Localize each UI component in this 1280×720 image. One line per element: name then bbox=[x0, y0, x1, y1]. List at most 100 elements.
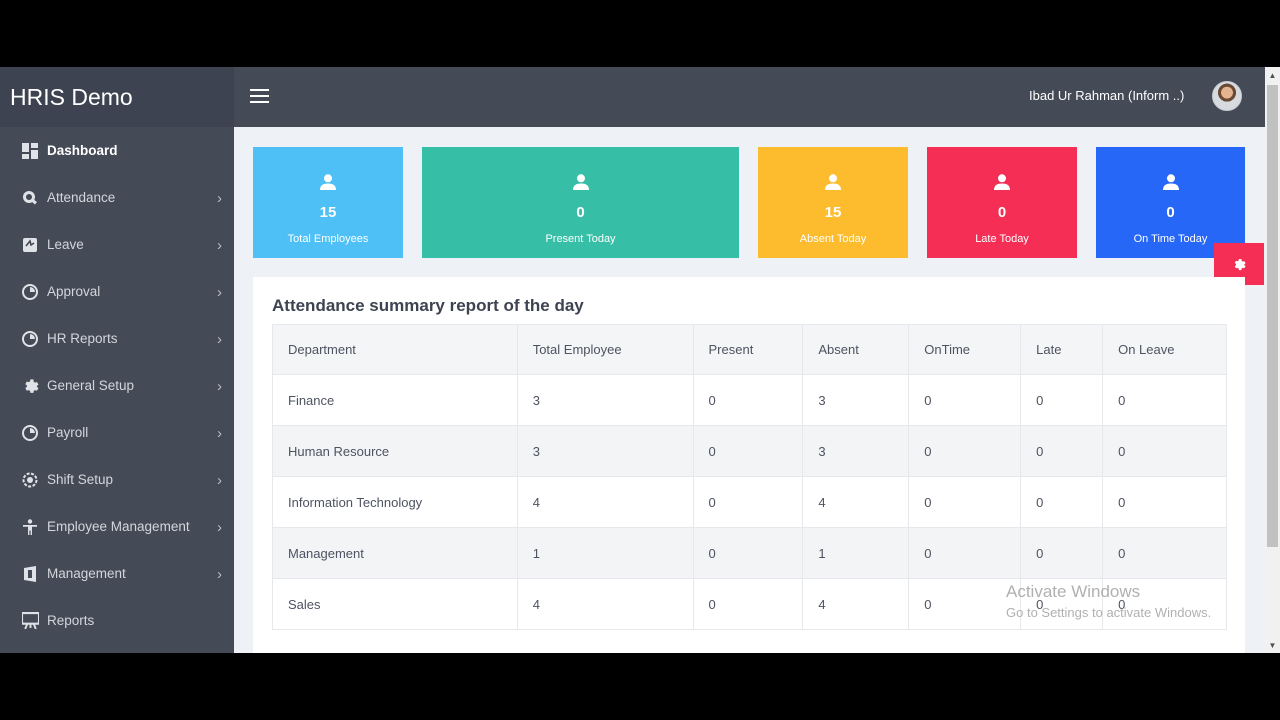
chevron-right-icon: › bbox=[217, 472, 222, 489]
scroll-down-icon[interactable]: ▼ bbox=[1268, 641, 1277, 650]
table-cell: 0 bbox=[692, 527, 804, 579]
gear-icon bbox=[1234, 258, 1246, 271]
table-cell: 0 bbox=[908, 374, 1022, 426]
stat-label: Total Employees bbox=[287, 233, 369, 245]
stat-value: 0 bbox=[997, 204, 1007, 221]
watermark-line-2: Go to Settings to activate Windows. bbox=[1006, 605, 1212, 620]
hr-reports-icon bbox=[21, 330, 39, 348]
table-cell: 0 bbox=[1020, 374, 1104, 426]
stat-label: Late Today bbox=[975, 233, 1029, 245]
table-cell: 1 bbox=[802, 527, 910, 579]
column-header-late[interactable]: Late bbox=[1020, 324, 1104, 375]
table-cell: 0 bbox=[908, 425, 1022, 477]
table-cell: 3 bbox=[802, 374, 910, 426]
sidebar-item-approval[interactable]: Approval › bbox=[0, 268, 234, 315]
stat-card-on-time-today[interactable]: 0 On Time Today bbox=[1096, 147, 1245, 258]
sidebar-item-leave[interactable]: Leave › bbox=[0, 221, 234, 268]
menu-toggle-icon[interactable] bbox=[250, 89, 269, 103]
stat-card-late-today[interactable]: 0 Late Today bbox=[927, 147, 1077, 258]
sidebar-item-label: Payroll bbox=[47, 425, 89, 440]
stat-card-total-employees[interactable]: 15 Total Employees bbox=[253, 147, 403, 258]
stat-value: 0 bbox=[576, 204, 585, 221]
sidebar-item-label: Attendance bbox=[47, 190, 116, 205]
table-cell: 0 bbox=[1020, 425, 1104, 477]
scroll-up-icon[interactable]: ▲ bbox=[1268, 71, 1277, 80]
scrollbar-thumb[interactable] bbox=[1267, 85, 1278, 547]
sidebar-item-shift-setup[interactable]: Shift Setup › bbox=[0, 456, 234, 503]
scroll-left-icon[interactable]: ◀ bbox=[276, 652, 281, 653]
table-cell: 0 bbox=[692, 374, 804, 426]
sidebar-item-attendance[interactable]: Attendance › bbox=[0, 174, 234, 221]
table-cell: 0 bbox=[1102, 425, 1227, 477]
chevron-right-icon: › bbox=[217, 566, 222, 583]
scroll-right-icon[interactable]: ▶ bbox=[1214, 652, 1219, 653]
column-header-total-employee[interactable]: Total Employee bbox=[516, 324, 694, 375]
column-header-ontime[interactable]: OnTime bbox=[908, 324, 1022, 375]
stat-card-present-today[interactable]: 0 Present Today bbox=[422, 147, 739, 258]
chevron-right-icon: › bbox=[217, 190, 222, 207]
user-icon bbox=[825, 174, 841, 190]
table-cell: 3 bbox=[516, 425, 694, 477]
chevron-right-icon: › bbox=[217, 425, 222, 442]
table-cell: 1 bbox=[516, 527, 694, 579]
stat-value: 15 bbox=[824, 204, 842, 221]
table-cell: 0 bbox=[1102, 476, 1227, 528]
table-cell: Management bbox=[272, 527, 518, 579]
chevron-right-icon: › bbox=[217, 378, 222, 395]
table-cell: 0 bbox=[1102, 374, 1227, 426]
windows-activation-watermark: Activate Windows Go to Settings to activ… bbox=[1006, 582, 1211, 620]
panel-title: Attendance summary report of the day bbox=[272, 296, 584, 315]
user-name[interactable]: Ibad Ur Rahman (Inform ..) bbox=[1029, 88, 1184, 103]
table-cell: 3 bbox=[516, 374, 694, 426]
table-cell: 4 bbox=[802, 476, 910, 528]
column-header-department[interactable]: Department bbox=[272, 324, 518, 375]
sidebar-item-label: HR Reports bbox=[47, 331, 118, 346]
sidebar-item-label: Leave bbox=[47, 237, 84, 252]
chevron-right-icon: › bbox=[217, 237, 222, 254]
table-cell: 0 bbox=[692, 476, 804, 528]
management-icon bbox=[21, 565, 39, 583]
reports-icon bbox=[21, 612, 39, 630]
stat-label: Present Today bbox=[545, 233, 616, 245]
sidebar-item-label: General Setup bbox=[47, 378, 135, 393]
sidebar-item-label: Management bbox=[47, 566, 126, 581]
sidebar-item-hr-reports[interactable]: HR Reports › bbox=[0, 315, 234, 362]
app-window: HRIS Demo Ibad Ur Rahman (Inform ..) Das… bbox=[0, 67, 1280, 653]
vertical-scrollbar[interactable]: ▲ ▼ bbox=[1265, 67, 1280, 653]
table-cell: 0 bbox=[692, 425, 804, 477]
payroll-icon bbox=[21, 424, 39, 442]
sidebar-item-management[interactable]: Management › bbox=[0, 550, 234, 597]
table-cell: Information Technology bbox=[272, 476, 518, 528]
sidebar-item-dashboard[interactable]: Dashboard bbox=[0, 127, 234, 174]
stat-value: 0 bbox=[1166, 204, 1175, 221]
column-header-present[interactable]: Present bbox=[692, 324, 804, 375]
chevron-right-icon: › bbox=[217, 284, 222, 301]
table-row: Finance 3 0 3 0 0 0 bbox=[272, 374, 1227, 426]
table-header-row: Department Total Employee Present Absent OnT… bbox=[272, 324, 1227, 375]
leave-icon bbox=[21, 236, 39, 254]
avatar[interactable] bbox=[1212, 81, 1242, 111]
sidebar-item-payroll[interactable]: Payroll › bbox=[0, 409, 234, 456]
user-icon bbox=[320, 174, 336, 190]
stat-card-absent-today[interactable]: 15 Absent Today bbox=[758, 147, 908, 258]
table-cell: Human Resource bbox=[272, 425, 518, 477]
table-cell: 0 bbox=[1020, 527, 1104, 579]
table-cell: 4 bbox=[516, 476, 694, 528]
column-header-on-leave[interactable]: On Leave bbox=[1102, 324, 1227, 375]
column-header-absent[interactable]: Absent bbox=[802, 324, 910, 375]
table-cell: Sales bbox=[272, 578, 518, 630]
shift-icon bbox=[21, 471, 39, 489]
brand-title[interactable]: HRIS Demo bbox=[0, 67, 234, 127]
sidebar-item-reports[interactable]: Reports bbox=[0, 597, 234, 644]
sidebar-item-label: Employee Management bbox=[47, 519, 190, 534]
table-cell: 0 bbox=[1020, 476, 1104, 528]
table-cell: 0 bbox=[692, 578, 804, 630]
table-cell: 4 bbox=[802, 578, 910, 630]
sidebar-item-employee-management[interactable]: Employee Management › bbox=[0, 503, 234, 550]
sidebar-item-general-setup[interactable]: General Setup › bbox=[0, 362, 234, 409]
table-row: Human Resource 3 0 3 0 0 0 bbox=[272, 425, 1227, 477]
stat-label: Absent Today bbox=[799, 233, 867, 245]
table-cell: 0 bbox=[908, 527, 1022, 579]
horizontal-scrollbar[interactable]: ◀ ▶ bbox=[272, 652, 1227, 653]
table-cell: 4 bbox=[516, 578, 694, 630]
